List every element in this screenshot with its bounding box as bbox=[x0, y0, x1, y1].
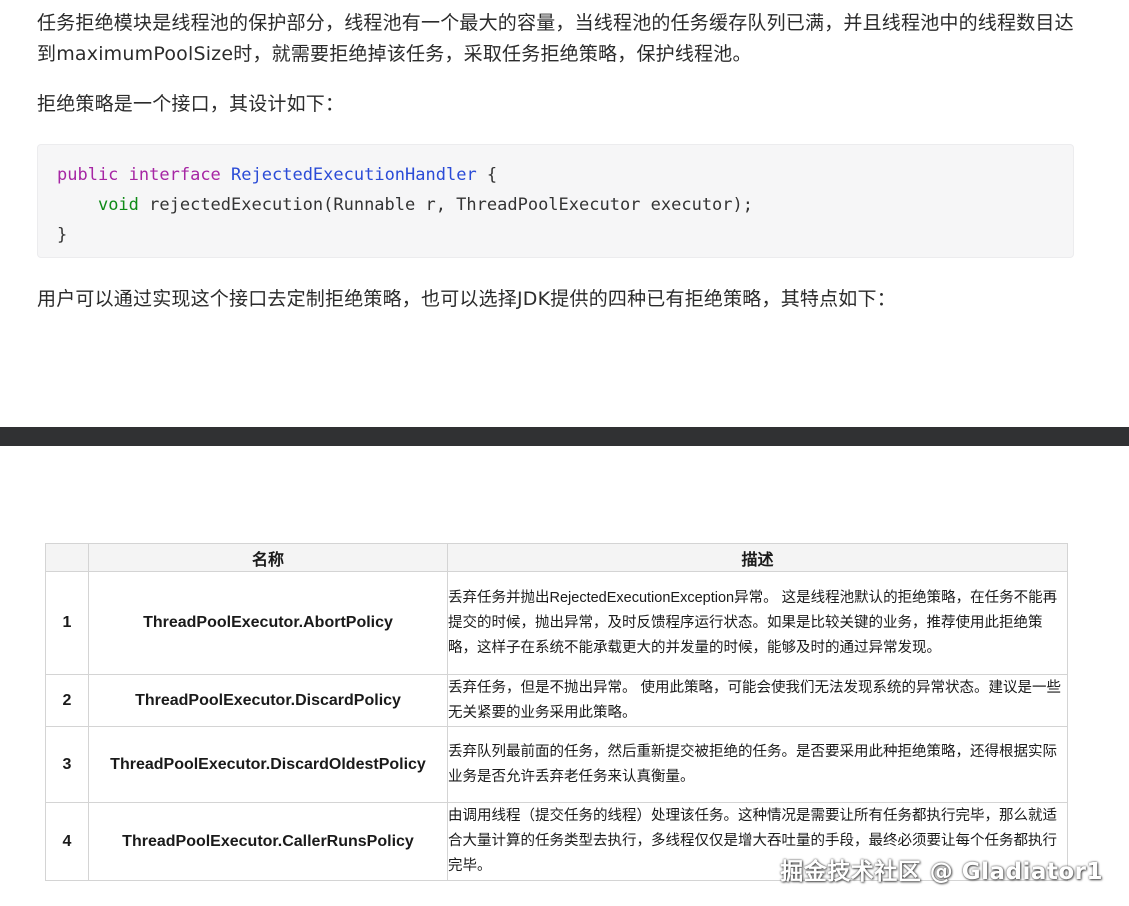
header-description: 描述 bbox=[447, 543, 1068, 572]
row-number: 3 bbox=[45, 726, 89, 803]
code-brace-open: { bbox=[476, 165, 498, 185]
policy-name: ThreadPoolExecutor.DiscardOldestPolicy bbox=[88, 726, 448, 803]
section-divider bbox=[0, 427, 1129, 446]
watermark-text: 掘金技术社区 @ Gladiator1 bbox=[780, 859, 1103, 885]
table-header-row: 名称 描述 bbox=[45, 543, 1068, 572]
row-number: 1 bbox=[45, 571, 89, 675]
code-keyword-interface: interface bbox=[128, 165, 221, 185]
code-method-signature: rejectedExecution(Runnable r, ThreadPool… bbox=[138, 195, 753, 215]
followup-paragraph: 用户可以通过实现这个接口去定制拒绝策略，也可以选择JDK提供的四种已有拒绝策略，… bbox=[37, 288, 896, 310]
intro-paragraph: 任务拒绝模块是线程池的保护部分，线程池有一个最大的容量，当线程池的任务缓存队列已… bbox=[37, 12, 1074, 65]
table-row: 3 ThreadPoolExecutor.DiscardOldestPolicy… bbox=[45, 726, 1068, 803]
policy-name: ThreadPoolExecutor.DiscardPolicy bbox=[88, 674, 448, 727]
header-name: 名称 bbox=[88, 543, 448, 572]
policy-description: 丢弃任务并抛出RejectedExecutionException异常。 这是线… bbox=[447, 571, 1068, 675]
code-brace-close: } bbox=[57, 225, 68, 245]
code-keyword-public: public bbox=[57, 165, 119, 185]
code-keyword-void: void bbox=[97, 195, 139, 215]
policy-description: 丢弃队列最前面的任务，然后重新提交被拒绝的任务。是否要采用此种拒绝策略，还得根据… bbox=[447, 726, 1068, 803]
table-row: 1 ThreadPoolExecutor.AbortPolicy 丢弃任务并抛出… bbox=[45, 571, 1068, 675]
code-block: public interface RejectedExecutionHandle… bbox=[37, 144, 1074, 258]
rejection-policy-table: 名称 描述 1 ThreadPoolExecutor.AbortPolicy 丢… bbox=[45, 543, 1068, 881]
code-interface-name: RejectedExecutionHandler bbox=[231, 165, 477, 185]
policy-name: ThreadPoolExecutor.CallerRunsPolicy bbox=[88, 802, 448, 881]
row-number: 2 bbox=[45, 674, 89, 727]
row-number: 4 bbox=[45, 802, 89, 881]
header-index bbox=[45, 543, 89, 572]
policy-name: ThreadPoolExecutor.AbortPolicy bbox=[88, 571, 448, 675]
table-row: 2 ThreadPoolExecutor.DiscardPolicy 丢弃任务，… bbox=[45, 674, 1068, 727]
interface-intro-paragraph: 拒绝策略是一个接口，其设计如下： bbox=[37, 93, 345, 115]
policy-description: 丢弃任务，但是不抛出异常。 使用此策略，可能会使我们无法发现系统的异常状态。建议… bbox=[447, 674, 1068, 727]
